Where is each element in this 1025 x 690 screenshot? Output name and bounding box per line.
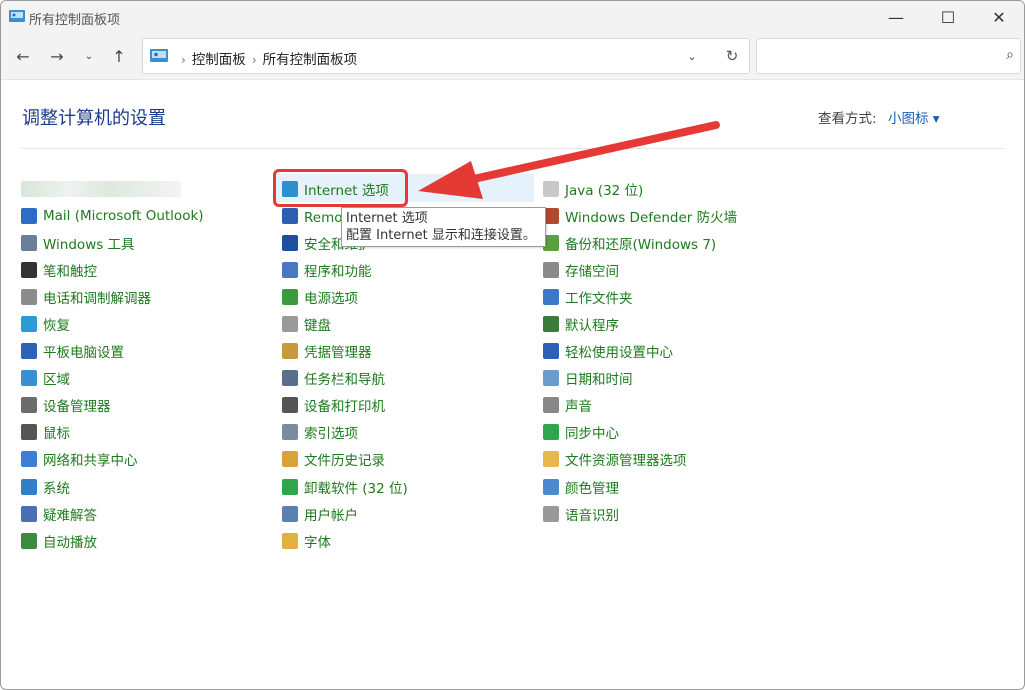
control-panel-window: 所有控制面板项 — ☐ ✕ ← → ⌄ ↑ › 控制面板 › 所有控制面板项 ⌄ ↻ …: [0, 0, 1025, 690]
tooltip: Internet 选项 配置 Internet 显示和连接设置。: [341, 207, 546, 247]
tooltip-title: Internet 选项: [346, 211, 428, 226]
annotation-arrow: [418, 121, 720, 199]
tooltip-description: 配置 Internet 显示和连接设置。: [346, 228, 536, 243]
